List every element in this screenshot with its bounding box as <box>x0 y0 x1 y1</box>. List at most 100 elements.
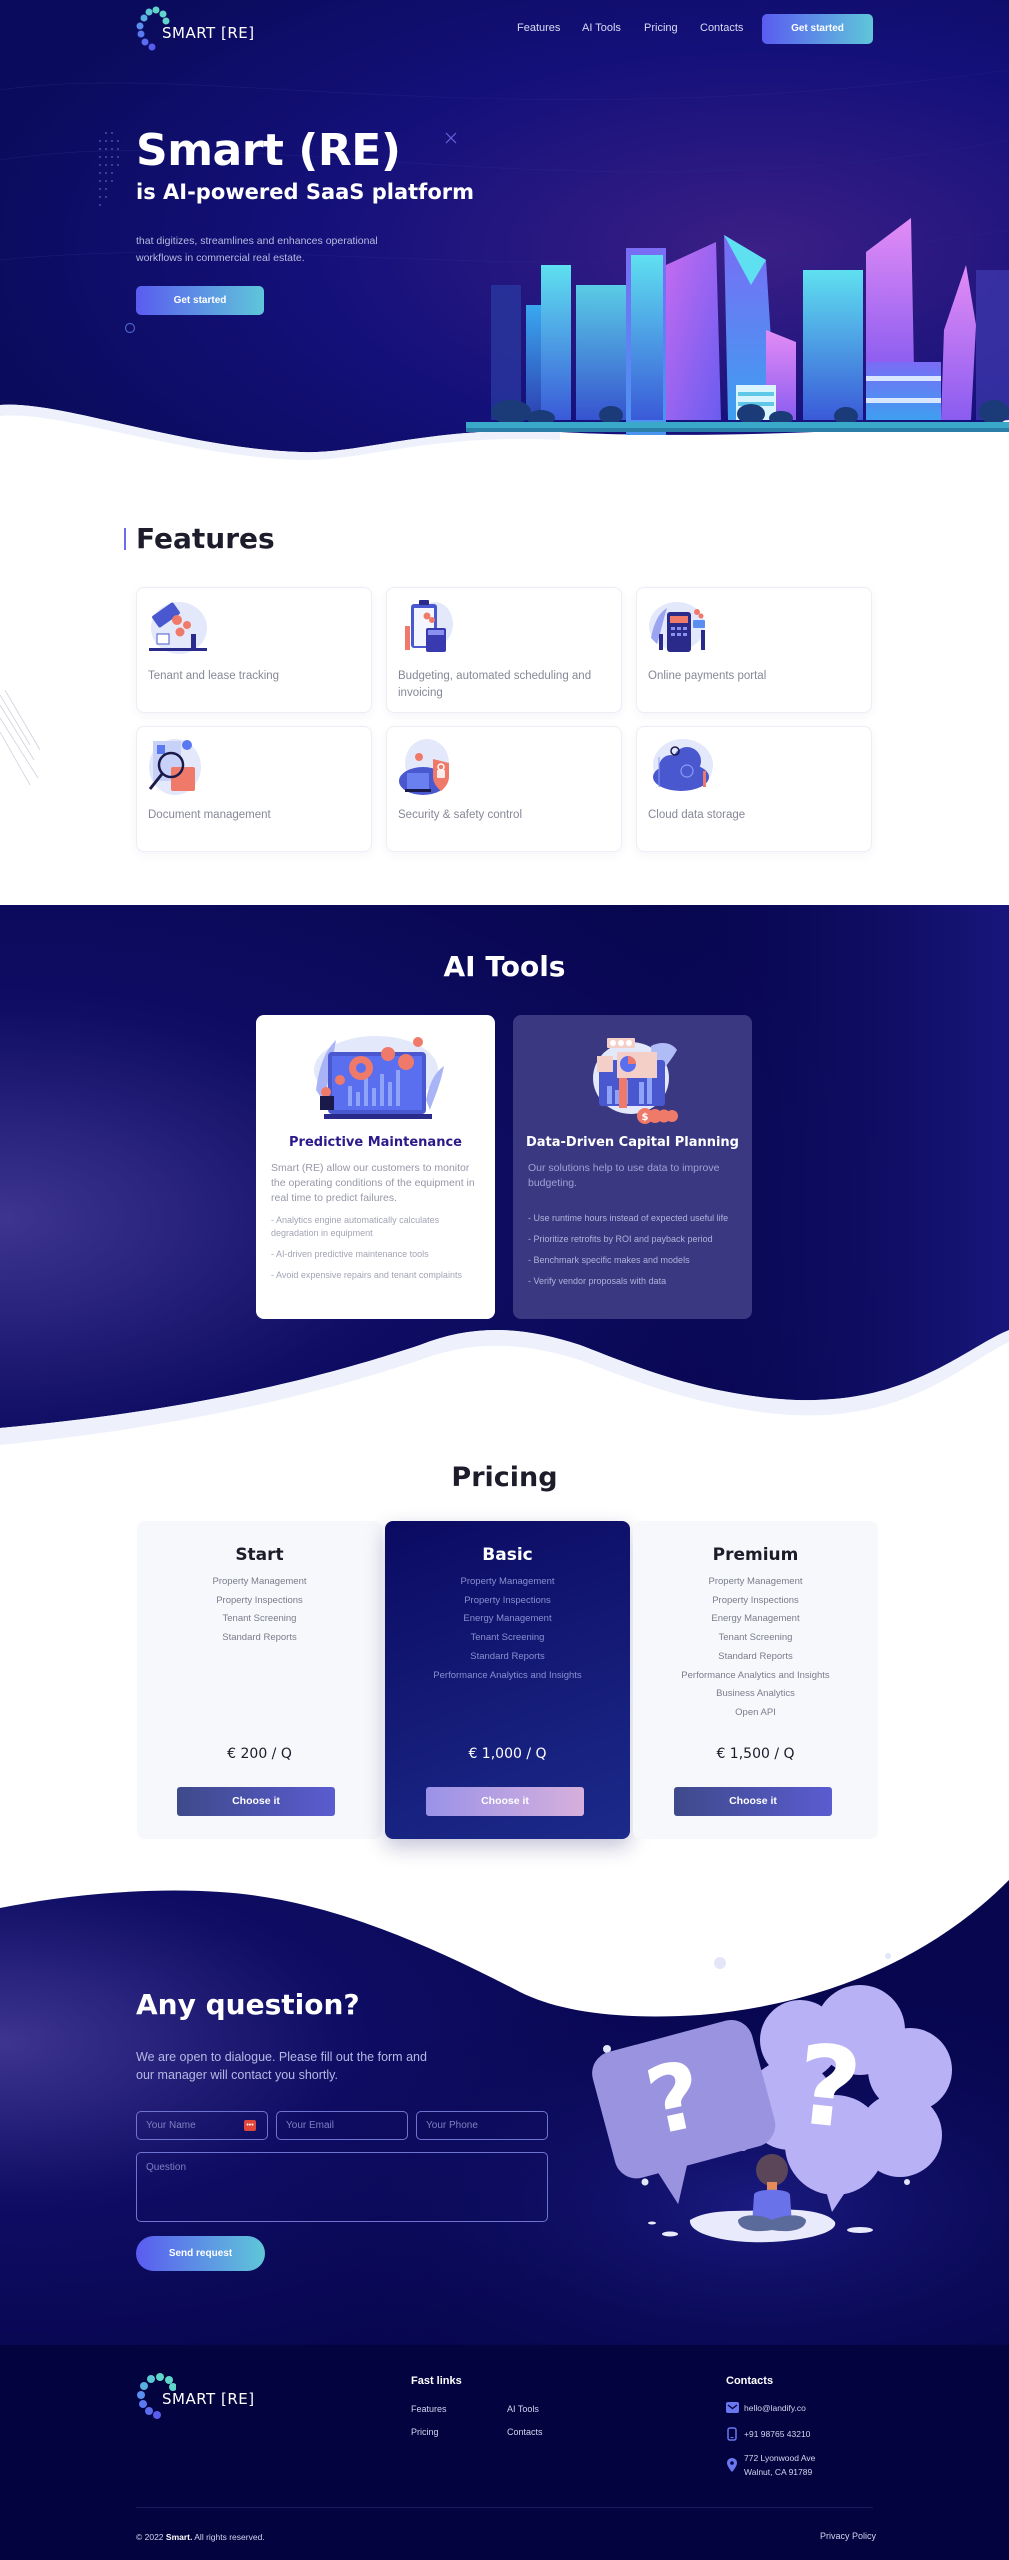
plan-feature: Tenant Screening <box>470 1632 545 1644</box>
footer-logo-text: SMART [RE] <box>162 2390 255 2408</box>
cloud-storage-illustration <box>653 739 713 791</box>
footer-address-line2: Walnut, CA 91789 <box>744 2467 813 2477</box>
nav-ai-tools[interactable]: AI Tools <box>582 22 621 34</box>
svg-text:?: ? <box>790 2020 867 2154</box>
ai-card-title: Predictive Maintenance <box>289 1135 462 1150</box>
feature-label: Online payments portal <box>648 670 767 682</box>
plan-feature: Property Management <box>212 1576 307 1587</box>
choose-start-button[interactable]: Choose it <box>177 1787 335 1816</box>
plan-feature: Tenant Screening <box>222 1613 297 1625</box>
feature-label: Cloud data storage <box>648 809 746 821</box>
ai-tools-background <box>0 905 1009 1445</box>
pricing-title: Pricing <box>451 1462 558 1493</box>
plan-price: € 200 / Q <box>227 1746 292 1762</box>
ai-card-predictive-maintenance: Predictive Maintenance Smart (RE) allow … <box>256 1015 495 1319</box>
ai-card-bullet: - Prioritize retrofits by ROI and paybac… <box>528 1234 713 1244</box>
nav-pricing[interactable]: Pricing <box>644 22 678 34</box>
clipboard-calculator-illustration <box>405 600 453 652</box>
feature-card-cloud[interactable]: Cloud data storage <box>636 726 872 852</box>
plan-feature: Property Inspections <box>216 1594 303 1606</box>
plan-feature: Standard Reports <box>718 1650 793 1662</box>
phone-icon <box>727 2427 737 2441</box>
footer-link-contacts[interactable]: Contacts <box>507 2427 543 2437</box>
features-title-accent-bar <box>124 528 126 550</box>
ai-card-bullets: - Use runtime hours instead of expected … <box>528 1212 740 1296</box>
plan-feature: Standard Reports <box>470 1650 545 1662</box>
nav-features[interactable]: Features <box>517 22 560 34</box>
ai-card-bullet: - Use runtime hours instead of expected … <box>528 1213 729 1223</box>
logo[interactable]: SMART [RE] <box>136 6 256 52</box>
plan-features: Property Management Property Inspections… <box>385 1573 630 1685</box>
choose-basic-button[interactable]: Choose it <box>426 1787 584 1816</box>
footer-link-features[interactable]: Features <box>411 2404 447 2414</box>
pricing-card-basic: Basic Property Management Property Inspe… <box>385 1521 630 1839</box>
phone-input[interactable] <box>416 2111 548 2140</box>
question-person-illustration: ? ? <box>592 1985 952 2243</box>
sparkle-decoration <box>445 132 457 144</box>
city-skyline-illustration <box>466 218 1009 435</box>
capital-planning-illustration: $ <box>593 1038 678 1124</box>
feature-card-security[interactable]: Security & safety control <box>386 726 622 852</box>
autofill-key-icon[interactable]: ••• <box>244 2120 256 2131</box>
plan-feature: Property Inspections <box>712 1594 799 1606</box>
plan-name: Basic <box>482 1545 533 1565</box>
plan-features: Property Management Property Inspections… <box>137 1573 382 1648</box>
choose-premium-button[interactable]: Choose it <box>674 1787 832 1816</box>
footer-phone[interactable]: +91 98765 43210 <box>744 2427 810 2441</box>
ai-card-title: Data-Driven Capital Planning <box>525 1135 739 1150</box>
svg-text:$: $ <box>642 1112 649 1123</box>
contact-section: Any question? We are open to dialogue. P… <box>0 1870 1009 2345</box>
feature-label: Tenant and lease tracking <box>148 670 280 682</box>
privacy-policy-link[interactable]: Privacy Policy <box>820 2531 876 2541</box>
pricing-card-start: Start Property Management Property Inspe… <box>137 1521 382 1839</box>
hero-subtitle: is AI-powered SaaS platform <box>136 180 474 204</box>
hero-section: SMART [RE] Features AI Tools Pricing Con… <box>0 0 1009 470</box>
plan-feature: Property Management <box>708 1576 803 1587</box>
plan-name: Premium <box>712 1545 799 1565</box>
email-input[interactable] <box>276 2111 408 2140</box>
contacts-title: Contacts <box>726 2375 774 2387</box>
plan-feature: Property Management <box>460 1576 555 1587</box>
footer-link-pricing[interactable]: Pricing <box>411 2427 439 2437</box>
plan-feature: Energy Management <box>711 1613 800 1625</box>
nav-get-started-button[interactable]: Get started <box>762 14 873 44</box>
footer-logo[interactable]: SMART [RE] <box>136 2373 256 2419</box>
dot-grid-decoration <box>99 132 119 206</box>
money-lease-illustration <box>149 602 207 654</box>
feature-card-budgeting[interactable]: Budgeting, automated scheduling and invo… <box>386 587 622 713</box>
feature-card-tenant-lease[interactable]: Tenant and lease tracking <box>136 587 372 713</box>
hero-title: Smart (RE) <box>136 125 401 176</box>
plan-feature: Property Inspections <box>464 1594 551 1606</box>
footer-divider <box>136 2507 873 2508</box>
plan-feature: Energy Management <box>463 1613 552 1625</box>
copyright: © 2022 Smart. All rights reserved. <box>136 2530 265 2544</box>
diagonal-lines-decoration <box>0 690 41 786</box>
pricing-card-premium: Premium Property Management Property Ins… <box>633 1521 878 1839</box>
feature-label: Document management <box>148 809 271 821</box>
feature-label: Security & safety control <box>398 809 522 821</box>
plan-name: Start <box>235 1545 284 1565</box>
plan-feature: Performance Analytics and Insights <box>681 1669 830 1681</box>
send-request-button[interactable]: Send request <box>136 2236 265 2271</box>
nav-contacts[interactable]: Contacts <box>700 22 743 34</box>
ai-card-description: Smart (RE) allow our customers to monito… <box>271 1162 475 1204</box>
plan-feature: Open API <box>735 1706 776 1718</box>
plan-feature: Standard Reports <box>222 1632 297 1644</box>
footer-link-ai-tools[interactable]: AI Tools <box>507 2404 539 2414</box>
footer: SMART [RE] Fast links Features AI Tools … <box>0 2345 1009 2560</box>
feature-card-payments[interactable]: Online payments portal <box>636 587 872 713</box>
ai-card-bullet: - Verify vendor proposals with data <box>528 1276 667 1286</box>
contact-title: Any question? <box>136 1988 360 2021</box>
ai-card-bullet: - Avoid expensive repairs and tenant com… <box>271 1270 462 1280</box>
magnifier-document-illustration <box>148 739 201 795</box>
payment-terminal-illustration <box>649 602 705 652</box>
question-textarea[interactable] <box>136 2152 548 2222</box>
ai-card-capital-planning: $ Data-Driven Capital Planning Our solut… <box>513 1015 752 1319</box>
circle-decoration <box>124 322 136 334</box>
footer-email[interactable]: hello@landify.co <box>744 2401 806 2415</box>
hero-get-started-button[interactable]: Get started <box>136 286 264 315</box>
shield-lock-illustration <box>399 739 449 795</box>
feature-card-documents[interactable]: Document management <box>136 726 372 852</box>
copyright-prefix: © 2022 <box>136 2532 166 2542</box>
contact-description: We are open to dialogue. Please fill out… <box>136 2050 427 2082</box>
